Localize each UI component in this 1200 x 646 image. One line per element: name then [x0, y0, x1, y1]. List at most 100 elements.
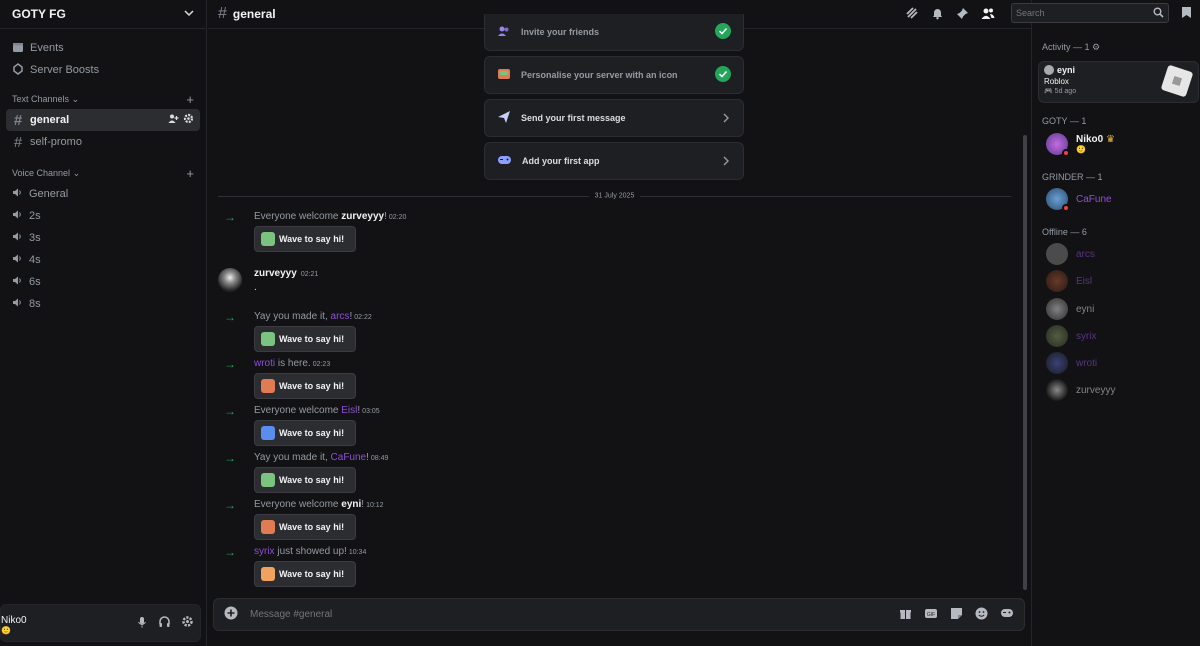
svg-text:GIF: GIF — [927, 612, 935, 618]
category-text-channels[interactable]: Text Channels ⌄ + — [0, 89, 206, 109]
voice-channel-3s[interactable]: 3s — [6, 227, 200, 249]
gear-icon[interactable] — [181, 615, 194, 631]
member-name[interactable]: syrix — [254, 546, 275, 557]
member-item[interactable]: syrix — [1046, 325, 1097, 347]
member-item[interactable]: CaFune — [1046, 188, 1112, 212]
threads-icon[interactable] — [905, 6, 919, 23]
member-name[interactable]: Eisl — [341, 405, 357, 416]
timestamp: 02:21 — [300, 271, 319, 278]
voice-channel-general[interactable]: General — [6, 183, 200, 205]
timestamp: 02:22 — [354, 314, 372, 321]
wave-button[interactable]: Wave to say hi! — [254, 326, 356, 352]
setup-card-invite[interactable]: Invite your friends — [484, 14, 744, 51]
channel-label: 2s — [29, 210, 41, 222]
checkmark-icon — [715, 65, 731, 85]
emoji-icon[interactable] — [975, 607, 988, 623]
server-icon-icon — [497, 67, 511, 84]
member-name[interactable]: wroti — [254, 358, 275, 369]
join-arrow-icon: → — [224, 404, 236, 418]
search-input[interactable] — [1016, 8, 1153, 18]
gear-icon[interactable]: ⚙ — [1092, 42, 1100, 52]
message-text: Yay you made it, — [254, 311, 331, 322]
category-voice-channel[interactable]: Voice Channel ⌄ + — [0, 163, 206, 183]
invite-icon[interactable] — [168, 113, 179, 127]
wave-button[interactable]: Wave to say hi! — [254, 561, 356, 587]
member-item[interactable]: arcs — [1046, 243, 1095, 265]
inbox-icon[interactable] — [1181, 6, 1192, 22]
message-content: . — [254, 282, 257, 293]
wave-label: Wave to say hi! — [279, 522, 345, 532]
add-attachment-icon[interactable] — [224, 606, 238, 623]
boost-icon — [12, 62, 24, 78]
pin-icon[interactable] — [956, 7, 969, 23]
activity-user-name: eyni — [1057, 65, 1076, 75]
voice-channel-4s[interactable]: 4s — [6, 249, 200, 271]
voice-channel-6s[interactable]: 6s — [6, 271, 200, 293]
avatar — [1044, 65, 1054, 75]
member-name[interactable]: zurveyyy — [341, 211, 384, 222]
gift-icon[interactable] — [899, 607, 912, 623]
voice-channel-2s[interactable]: 2s — [6, 205, 200, 227]
hash-icon: # — [218, 5, 227, 22]
setup-card-first-message[interactable]: Send your first message — [484, 99, 744, 137]
author-name[interactable]: zurveyyy — [254, 268, 297, 279]
gif-icon[interactable]: GIF — [924, 607, 938, 623]
avatar — [1046, 298, 1068, 320]
apps-gamepad-icon[interactable] — [1000, 607, 1014, 623]
message-author: zurveyyy 02:21 — [254, 268, 318, 279]
wave-label: Wave to say hi! — [279, 334, 345, 344]
member-name[interactable]: eyni — [341, 499, 361, 510]
member-name[interactable]: CaFune — [331, 452, 367, 463]
member-name[interactable]: arcs — [331, 311, 350, 322]
system-message: Yay you made it, arcs! 02:22 — [254, 311, 372, 322]
headphones-icon[interactable] — [158, 615, 171, 631]
members-icon[interactable] — [981, 7, 995, 23]
sidebar-item-events[interactable]: Events — [6, 37, 200, 59]
sticker-icon[interactable] — [950, 607, 963, 623]
bell-icon[interactable] — [931, 7, 944, 23]
avatar — [1046, 352, 1068, 374]
timestamp: 08:49 — [370, 455, 389, 462]
voice-channel-8s[interactable]: 8s — [6, 293, 200, 315]
join-arrow-icon: → — [224, 310, 236, 324]
sidebar-item-server-boosts[interactable]: Server Boosts — [6, 59, 200, 81]
message-text: Everyone welcome — [254, 211, 342, 222]
user-status-emoji: 🙂 — [1, 626, 11, 635]
wave-button[interactable]: Wave to say hi! — [254, 420, 356, 446]
avatar — [1046, 133, 1070, 157]
activity-card[interactable]: eyni Roblox 🎮 5d ago — [1038, 61, 1199, 103]
setup-card-label: Send your first message — [521, 113, 626, 123]
chevron-right-icon — [721, 154, 731, 169]
add-channel-icon[interactable]: + — [186, 166, 194, 181]
wave-button[interactable]: Wave to say hi! — [254, 467, 356, 493]
wave-sticker-icon — [261, 426, 275, 440]
wave-button[interactable]: Wave to say hi! — [254, 514, 356, 540]
member-item[interactable]: zurveyyy — [1046, 379, 1115, 401]
user-name[interactable]: Niko0 — [1, 615, 27, 626]
join-arrow-icon: → — [224, 545, 236, 559]
setup-card-icon[interactable]: Personalise your server with an icon — [484, 56, 744, 94]
search-icon[interactable] — [1153, 6, 1164, 21]
setup-card-first-app[interactable]: Add your first app — [484, 142, 744, 180]
avatar[interactable] — [218, 268, 242, 292]
channel-label: 6s — [29, 276, 41, 288]
member-name: eyni — [1076, 303, 1095, 315]
timestamp: 03:05 — [362, 408, 380, 415]
message-input[interactable] — [250, 609, 887, 620]
wave-label: Wave to say hi! — [279, 569, 345, 579]
member-item[interactable]: Niko0 ♛ 🙂 — [1046, 133, 1115, 157]
wave-button[interactable]: Wave to say hi! — [254, 226, 356, 252]
channel-self-promo[interactable]: # self-promo — [6, 131, 200, 153]
gear-icon[interactable] — [183, 113, 194, 127]
wave-button[interactable]: Wave to say hi! — [254, 373, 356, 399]
microphone-icon[interactable] — [136, 616, 148, 631]
member-item[interactable]: eyni — [1046, 298, 1094, 320]
wave-sticker-icon — [261, 473, 275, 487]
member-item[interactable]: Eisl — [1046, 270, 1092, 292]
member-item[interactable]: wroti — [1046, 352, 1097, 374]
server-header[interactable]: GOTY FG — [0, 0, 206, 29]
chat-scrollbar[interactable] — [1023, 135, 1027, 590]
add-channel-icon[interactable]: + — [186, 92, 194, 107]
group-header: Offline — 6 — [1042, 227, 1087, 237]
channel-general[interactable]: # general — [6, 109, 200, 131]
